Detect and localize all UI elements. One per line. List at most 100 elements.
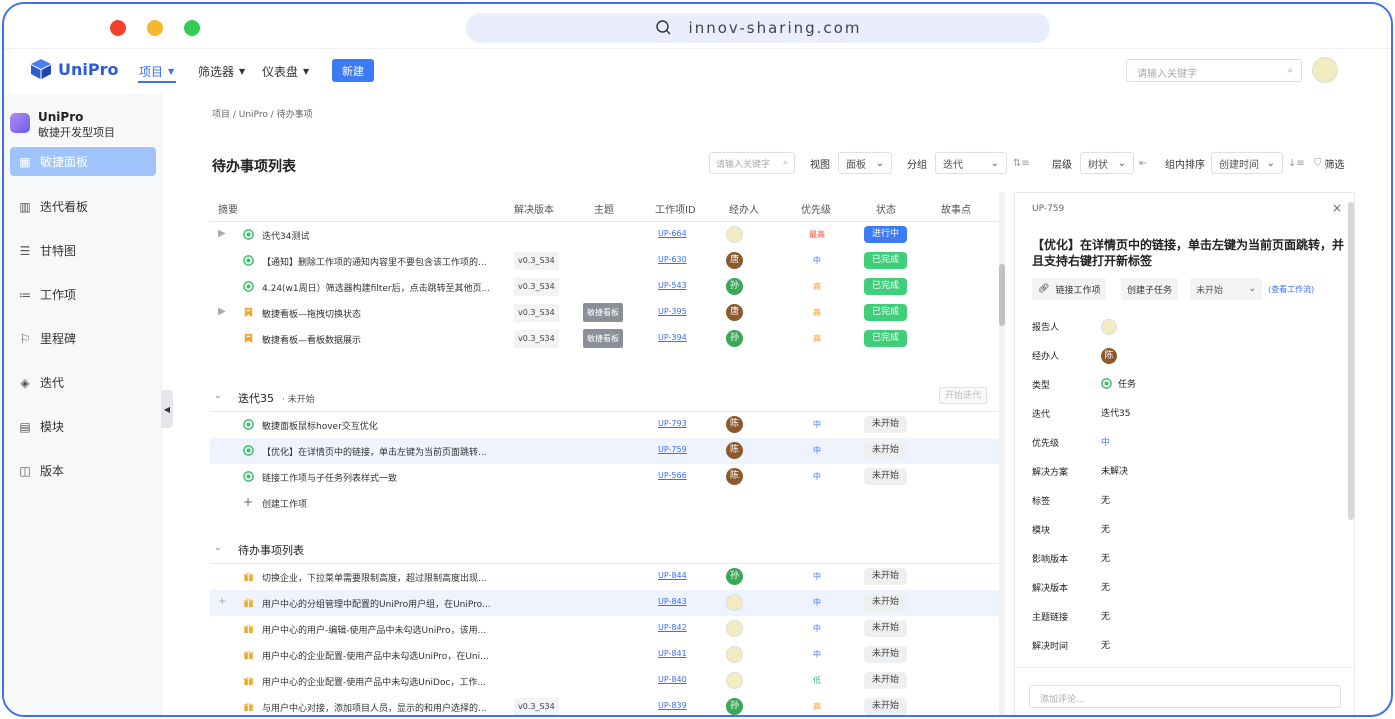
row-id-link[interactable]: UP-843 [658,597,687,606]
table-row[interactable]: 用户中心的企业配置-使用产品中未勾选UniPro，在Uni... UP-841 中 未… [210,642,1000,668]
sidebar-item-sprint-kanban[interactable]: ▥ 迭代看板 [10,192,156,221]
assignee-avatar[interactable] [726,672,743,689]
close-window-button[interactable] [110,20,126,36]
row-id-link[interactable]: UP-841 [658,649,687,658]
assignee-avatar[interactable] [726,646,743,663]
row-id-link[interactable]: UP-842 [658,623,687,632]
row-status-badge[interactable]: 已完成 [864,304,907,321]
row-id-link[interactable]: UP-395 [658,307,687,316]
app-logo[interactable]: UniPro [30,58,118,80]
sort-order-icon[interactable]: ⇅≡ [1013,158,1030,169]
table-row[interactable]: 敏捷看板—看板数据展示 v0.3_S34 敏捷看板 UP-394 孙 高 已完成 [210,326,1000,352]
chevron-down-icon[interactable]: ⌄ [214,543,222,553]
assignee-avatar[interactable]: 唐 [726,304,743,321]
assignee-avatar[interactable]: 孙 [726,568,743,585]
row-summary[interactable]: 链接工作项与子任务列表样式一致 [262,471,502,484]
start-sprint-button[interactable]: 开始迭代 [939,387,988,404]
table-row[interactable]: ▶ 迭代34测试 UP-664 最高 进行中 [210,222,1000,248]
sidebar-item-milestones[interactable]: ⚐ 里程碑 [10,324,156,353]
assignee-avatar[interactable]: 陈 [726,468,743,485]
row-id-link[interactable]: UP-630 [658,255,687,264]
row-id-link[interactable]: UP-793 [658,419,687,428]
row-id-link[interactable]: UP-759 [658,445,687,454]
row-summary[interactable]: 与用户中心对接，添加项目人员，显示的和用户选择的... [262,701,502,714]
assignee-avatar[interactable] [726,226,743,243]
table-scrollbar[interactable] [999,192,1005,715]
reporter-avatar[interactable] [1101,319,1117,335]
maximize-window-button[interactable] [184,20,200,36]
row-summary[interactable]: 用户中心的企业配置-使用产品中未勾选UniDoc，工作... [262,675,502,688]
status-select[interactable]: 未开始 ⌄ [1190,278,1262,300]
row-id-link[interactable]: UP-840 [658,675,687,684]
level-select[interactable]: 树状 ⌄ [1080,152,1134,174]
assignee-avatar[interactable]: 陈 [726,416,743,433]
comment-input[interactable]: 添加评论... [1029,685,1341,708]
sidebar-item-work-items[interactable]: ≔ 工作项 [10,280,156,309]
row-status-badge[interactable]: 未开始 [864,568,907,585]
detail-scrollbar[interactable] [1348,192,1354,622]
global-search-input[interactable]: 请输入关键字 ⌕ [1126,59,1302,82]
table-row[interactable]: 用户中心的用户-编辑-使用产品中未勾选UniPro，该用... UP-842 中 未开… [210,616,1000,642]
row-summary[interactable]: 用户中心的用户-编辑-使用产品中未勾选UniPro，该用... [262,623,502,636]
scrollbar-thumb[interactable] [999,264,1005,326]
row-summary[interactable]: 迭代34测试 [262,229,502,242]
row-status-badge[interactable]: 未开始 [864,468,907,485]
row-status-badge[interactable]: 已完成 [864,252,907,269]
row-theme-tag[interactable]: 敏捷看板 [583,329,623,348]
assignee-avatar[interactable] [726,620,743,637]
row-id-link[interactable]: UP-566 [658,471,687,480]
sidebar-item-agile-board[interactable]: ▦ 敏捷面板 [10,147,156,176]
row-status-badge[interactable]: 未开始 [864,698,907,715]
view-select[interactable]: 面板 ⌄ [838,152,892,174]
assignee-avatar[interactable]: 陈 [1101,348,1117,364]
assignee-avatar[interactable]: 孙 [726,330,743,347]
row-summary[interactable]: 用户中心的分组管理中配置的UniPro用户组，在UniPro... [262,597,502,610]
chevron-down-icon[interactable]: ⌄ [214,391,222,401]
table-row[interactable]: + 用户中心的分组管理中配置的UniPro用户组，在UniPro... UP-843… [210,590,1000,616]
address-bar[interactable]: innov-sharing.com [466,13,1050,43]
row-summary[interactable]: 切换企业，下拉菜单需要限制高度，超过限制高度出现... [262,571,502,584]
detail-field-value[interactable] [1101,319,1117,335]
row-summary[interactable]: 敏捷看板—看板数据展示 [262,333,502,346]
row-summary[interactable]: 敏捷面板鼠标hover交互优化 [262,419,502,432]
row-status-badge[interactable]: 未开始 [864,594,907,611]
user-avatar[interactable] [1312,57,1338,83]
table-row[interactable]: 敏捷面板鼠标hover交互优化 UP-793 陈 中 未开始 [210,412,1000,438]
expand-icon[interactable]: ▶ [218,306,226,317]
sort-desc-icon[interactable]: ↓≡ [1288,158,1305,169]
scrollbar-thumb[interactable] [1348,202,1354,520]
expand-icon[interactable]: ▶ [218,228,226,239]
nav-filters[interactable]: 筛选器 ▼ [198,63,245,80]
row-id-link[interactable]: UP-844 [658,571,687,580]
table-row[interactable]: 切换企业，下拉菜单需要限制高度，超过限制高度出现... UP-844 孙 中 未开始 [210,564,1000,590]
table-row[interactable]: 【优化】在详情页中的链接，单击左键为当前页面跳转... UP-759 陈 中 未开始 [210,438,1000,464]
create-subtask-button[interactable]: 创建子任务 [1121,278,1179,300]
table-row[interactable]: 链接工作项与子任务列表样式一致 UP-566 陈 中 未开始 [210,464,1000,490]
table-row[interactable]: 与用户中心对接，添加项目人员，显示的和用户选择的... v0.3_S34 UP-83… [210,694,1000,715]
row-status-badge[interactable]: 进行中 [864,226,907,243]
indent-icon[interactable]: ⇤ [1139,158,1147,169]
filter-button[interactable]: ⛉ 筛选 [1314,152,1345,174]
new-button[interactable]: 新建 [332,59,374,82]
view-workflow-link[interactable]: (查看工作流) [1268,284,1314,295]
row-status-badge[interactable]: 已完成 [864,278,907,295]
assignee-avatar[interactable]: 孙 [726,278,743,295]
table-row[interactable]: 4.24(w1周日）筛选器构建filter后，点击跳转至其他页... v0.3_S… [210,274,1000,300]
row-id-link[interactable]: UP-543 [658,281,687,290]
sidebar-item-gantt[interactable]: ☰ 甘特图 [10,236,156,265]
row-summary[interactable]: 用户中心的企业配置-使用产品中未勾选UniPro，在Uni... [262,649,502,662]
detail-field-value[interactable]: 陈 [1101,348,1117,364]
table-row[interactable]: 【通知】删除工作项的通知内容里不要包含该工作项的... v0.3_S34 UP-63… [210,248,1000,274]
link-work-item-button[interactable]: 🔗︎ 链接工作项 [1032,278,1107,300]
table-row[interactable]: ▶ 敏捷看板—拖拽切换状态 v0.3_S34 敏捷看板 UP-395 唐 高 已完成 [210,300,1000,326]
nav-dashboard[interactable]: 仪表盘 ▼ [262,63,309,80]
detail-field-value[interactable]: 任务 [1101,377,1136,390]
detail-field-value[interactable]: 中 [1101,435,1110,448]
nav-projects[interactable]: 项目 ▼ [139,63,174,80]
row-summary[interactable]: 敏捷看板—拖拽切换状态 [262,307,502,320]
row-id-link[interactable]: UP-839 [658,701,687,710]
add-child-icon[interactable]: + [218,596,226,607]
list-search-input[interactable]: 请输入关键字 ⌕ [709,152,795,174]
assignee-avatar[interactable]: 唐 [726,252,743,269]
close-icon[interactable]: × [1332,201,1342,215]
